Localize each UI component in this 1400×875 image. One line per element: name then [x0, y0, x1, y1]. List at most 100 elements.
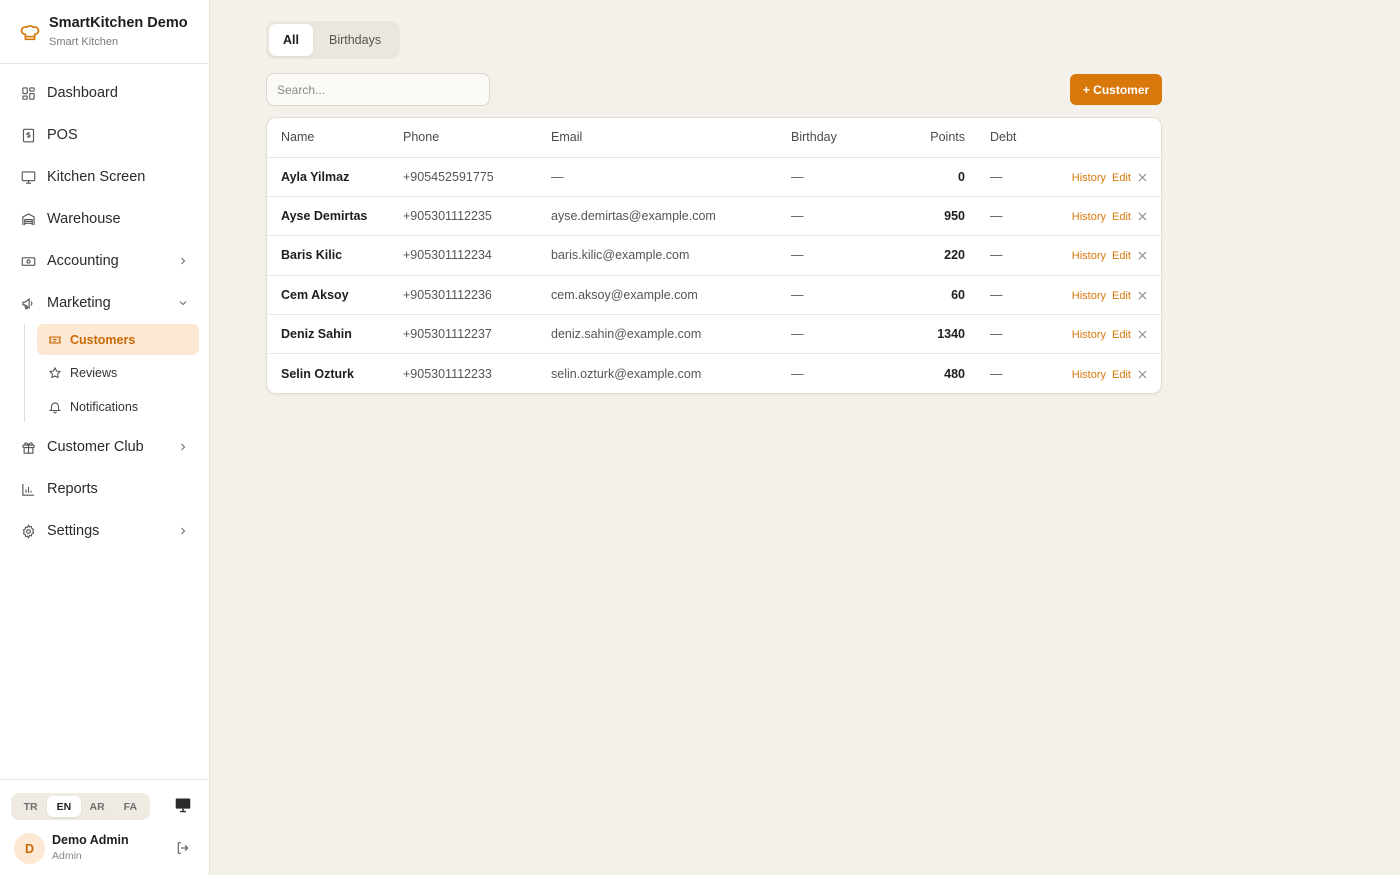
- megaphone-icon: [20, 295, 37, 312]
- chevron-right-icon: [177, 440, 189, 452]
- edit-link[interactable]: Edit: [1112, 211, 1131, 223]
- cell-name: Ayse Demirtas: [267, 196, 403, 237]
- lang-fa[interactable]: FA: [114, 796, 147, 817]
- user-name: Demo Admin: [52, 833, 129, 847]
- sidebar-item-label: Reports: [47, 481, 98, 497]
- star-icon: [47, 366, 62, 381]
- sidebar-item-customer-club[interactable]: Customer Club: [0, 426, 209, 468]
- edit-link[interactable]: Edit: [1112, 172, 1131, 184]
- sidebar-item-label: POS: [47, 127, 78, 143]
- sidebar-item-kitchen-screen[interactable]: Kitchen Screen: [0, 156, 209, 198]
- sidebar-item-label: Dashboard: [47, 85, 118, 101]
- cell-phone: +905301112236: [403, 275, 551, 316]
- cell-email: ayse.demirtas@example.com: [551, 196, 791, 237]
- sidebar-item-marketing[interactable]: Marketing: [0, 282, 209, 324]
- delete-icon[interactable]: [1138, 368, 1147, 379]
- cell-actions: History Edit: [1039, 157, 1161, 197]
- cell-email: cem.aksoy@example.com: [551, 275, 791, 316]
- sidebar-subitem-notifications[interactable]: Notifications: [37, 391, 199, 422]
- search-input[interactable]: [266, 73, 490, 106]
- cell-debt: —: [975, 157, 1039, 197]
- logout-icon[interactable]: [175, 840, 192, 857]
- sidebar-subitem-reviews[interactable]: Reviews: [37, 358, 199, 389]
- cell-points: 0: [879, 157, 975, 197]
- cell-points: 480: [944, 366, 965, 381]
- lang-ar[interactable]: AR: [81, 796, 114, 817]
- cell-actions: History Edit: [1039, 354, 1161, 393]
- edit-link[interactable]: Edit: [1112, 369, 1131, 381]
- main-nav: Dashboard POS Kitchen Screen Warehouse A…: [0, 64, 209, 552]
- lang-tr[interactable]: TR: [14, 796, 47, 817]
- col-actions: [1039, 118, 1161, 158]
- edit-link[interactable]: Edit: [1112, 329, 1131, 341]
- lang-en[interactable]: EN: [47, 796, 81, 817]
- cell-birthday: —: [791, 196, 879, 237]
- display-mode-icon[interactable]: [174, 797, 192, 813]
- cell-points: 60: [879, 275, 975, 316]
- cell-email: —: [551, 157, 791, 197]
- history-link[interactable]: History: [1072, 172, 1106, 184]
- sidebar-item-dashboard[interactable]: Dashboard: [0, 72, 209, 114]
- sidebar-item-accounting[interactable]: Accounting: [0, 240, 209, 282]
- cell-debt: —: [990, 366, 1003, 381]
- col-email: Email: [551, 118, 791, 158]
- cell-debt: —: [975, 196, 1039, 237]
- table-row: Baris Kilic +905301112234 baris.kilic@ex…: [267, 235, 1161, 276]
- cell-points: 220: [879, 235, 975, 276]
- sidebar-item-settings[interactable]: Settings: [0, 510, 209, 552]
- cell-phone: +905301112237: [403, 314, 551, 355]
- table-row: Ayla Yilmaz +905452591775 — — 0 — Histor…: [267, 157, 1161, 197]
- chevron-right-icon: [177, 254, 189, 266]
- history-link[interactable]: History: [1072, 250, 1106, 262]
- chevron-down-icon: [177, 296, 189, 308]
- cell-name: Selin Ozturk: [281, 366, 354, 381]
- cell-points: 950: [879, 196, 975, 237]
- receipt-icon: [20, 127, 37, 144]
- history-link[interactable]: History: [1072, 329, 1106, 341]
- sidebar-item-reports[interactable]: Reports: [0, 468, 209, 510]
- cell-birthday: —: [791, 366, 804, 381]
- history-link[interactable]: History: [1072, 211, 1106, 223]
- edit-link[interactable]: Edit: [1112, 290, 1131, 302]
- tab-all[interactable]: All: [269, 24, 313, 56]
- chart-icon: [20, 481, 37, 498]
- history-link[interactable]: History: [1072, 290, 1106, 302]
- sidebar-item-warehouse[interactable]: Warehouse: [0, 198, 209, 240]
- cell-birthday: —: [791, 275, 879, 316]
- delete-icon[interactable]: [1138, 171, 1147, 182]
- sidebar-item-label: Marketing: [47, 295, 111, 311]
- cell-phone: +905452591775: [403, 157, 551, 197]
- brand-title: SmartKitchen Demo: [49, 15, 188, 31]
- delete-icon[interactable]: [1138, 289, 1147, 300]
- gift-icon: [20, 439, 37, 456]
- col-birthday: Birthday: [791, 118, 879, 158]
- sidebar-item-label: Customer Club: [47, 439, 144, 455]
- delete-icon[interactable]: [1138, 210, 1147, 221]
- delete-icon[interactable]: [1138, 328, 1147, 339]
- edit-link[interactable]: Edit: [1112, 250, 1131, 262]
- sidebar-subitem-customers[interactable]: Customers: [37, 324, 199, 355]
- sidebar-item-label: Accounting: [47, 253, 119, 269]
- cell-birthday: —: [791, 235, 879, 276]
- sidebar-item-pos[interactable]: POS: [0, 114, 209, 156]
- cell-actions: History Edit: [1039, 314, 1161, 355]
- cell-actions: History Edit: [1039, 196, 1161, 237]
- customer-tabs: All Birthdays: [266, 21, 401, 59]
- cell-name: Cem Aksoy: [267, 275, 403, 316]
- cell-birthday: —: [791, 314, 879, 355]
- ticket-icon: [47, 332, 62, 347]
- cell-debt: —: [975, 275, 1039, 316]
- banknote-icon: [20, 253, 37, 270]
- cell-email: deniz.sahin@example.com: [551, 314, 791, 355]
- cell-phone: +905301112235: [403, 196, 551, 237]
- delete-icon[interactable]: [1138, 249, 1147, 260]
- add-customer-button[interactable]: + Customer: [1070, 74, 1162, 105]
- customers-table: Name Phone Email Birthday Points Debt Ay…: [266, 117, 1162, 395]
- chevron-right-icon: [177, 524, 189, 536]
- table-header-row: Name Phone Email Birthday Points Debt: [267, 118, 1161, 158]
- col-debt: Debt: [975, 118, 1039, 158]
- cell-debt: —: [975, 314, 1039, 355]
- tab-birthdays[interactable]: Birthdays: [313, 24, 397, 56]
- history-link[interactable]: History: [1072, 369, 1106, 381]
- cell-name: Ayla Yilmaz: [267, 157, 403, 197]
